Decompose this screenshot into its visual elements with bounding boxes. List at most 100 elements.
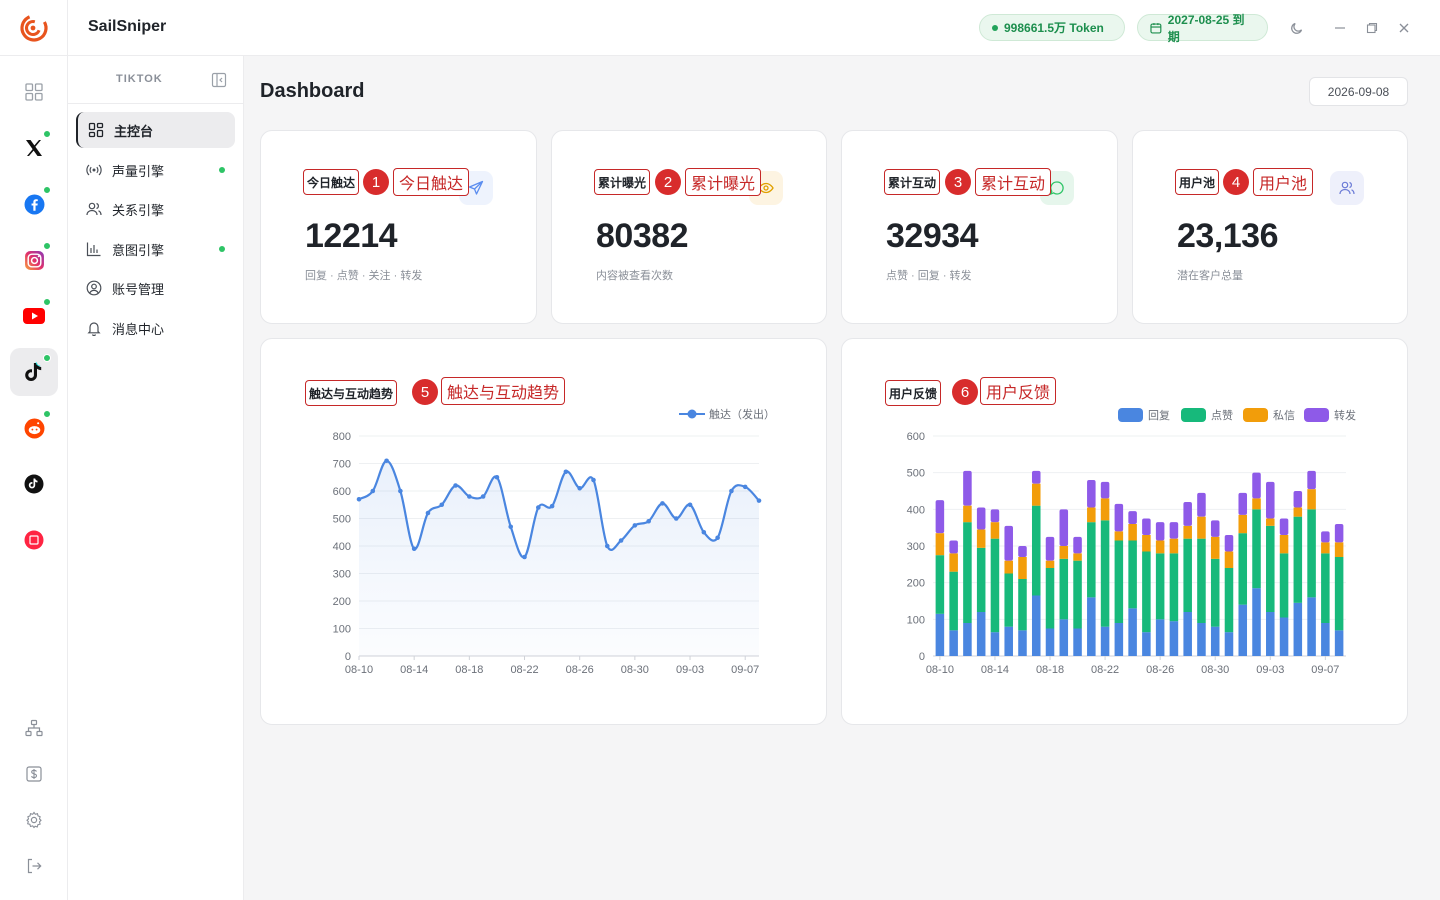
- rail-platform-youtube[interactable]: [10, 292, 58, 340]
- data-point: [494, 474, 500, 480]
- legend-label: 转发: [1334, 408, 1356, 422]
- bar-segment: [1114, 503, 1124, 532]
- bar-segment: [1252, 498, 1261, 510]
- minimize-icon[interactable]: [1330, 18, 1350, 38]
- bar-segment: [1155, 553, 1165, 620]
- bar-segment: [990, 632, 1000, 656]
- bar-segment: [1100, 626, 1110, 656]
- bar-segment: [1197, 538, 1206, 623]
- users-icon: [86, 202, 102, 216]
- annotation-label: 累计曝光: [685, 168, 762, 196]
- bar-segment: [1279, 518, 1289, 535]
- stat-card-user-pool: 用户池 4 用户池 23,136 潜在客户总量: [1132, 130, 1408, 324]
- bar-segment: [1210, 558, 1220, 627]
- rail-platform-x[interactable]: [10, 124, 58, 172]
- apps-grid-icon: [25, 83, 43, 101]
- x-tick-label: 08-10: [926, 664, 954, 676]
- status-dot-icon: [219, 167, 225, 173]
- bar-segment: [1279, 535, 1289, 554]
- bar-segment: [1279, 617, 1289, 656]
- rail-platform-facebook[interactable]: [10, 180, 58, 228]
- data-point: [646, 518, 651, 524]
- rail-billing[interactable]: [10, 750, 58, 798]
- rail-platform-instagram[interactable]: [10, 236, 58, 284]
- x-tick-label: 08-30: [1201, 664, 1229, 676]
- y-tick-label: 0: [345, 651, 351, 663]
- y-tick-label: 200: [907, 578, 925, 590]
- restore-window-icon[interactable]: [1362, 18, 1382, 38]
- collapse-sidebar-icon[interactable]: [211, 72, 227, 88]
- y-tick-label: 300: [333, 569, 351, 581]
- annotation-label: 用户反馈: [980, 377, 1057, 405]
- annotation-number: 4: [1223, 169, 1249, 195]
- y-tick-label: 300: [907, 541, 925, 553]
- legend-label: 点赞: [1211, 409, 1233, 422]
- stat-value: 23,136: [1177, 217, 1279, 255]
- sidebar-item-relationship-engine[interactable]: 关系引擎: [76, 191, 235, 227]
- data-point: [508, 524, 514, 530]
- data-point: [411, 546, 417, 552]
- bar-segment: [1293, 491, 1303, 508]
- bar-segment: [1266, 525, 1275, 612]
- stat-card-total-exposure: 累计曝光 2 累计曝光 80382 内容被查看次数: [551, 130, 827, 324]
- sidebar-item-intent-engine[interactable]: 意图引擎: [76, 231, 235, 267]
- sidebar-item-voice-engine[interactable]: 声量引擎: [76, 152, 235, 188]
- bar-segment: [1266, 481, 1275, 519]
- bar-segment: [1197, 492, 1206, 517]
- data-point: [425, 510, 431, 516]
- bar-segment: [1031, 483, 1041, 506]
- rail-apps-grid[interactable]: [10, 68, 58, 116]
- bar-segment: [1169, 553, 1179, 622]
- rail-platform-reddit[interactable]: [10, 404, 58, 452]
- bar-segment: [1018, 546, 1027, 557]
- rail-platform-xiaohongshu[interactable]: [10, 516, 58, 564]
- reddit-logo-icon: [24, 418, 44, 438]
- bar-segment: [1252, 588, 1261, 656]
- chart-title: 触达与互动趋势: [305, 380, 398, 406]
- rail-org-chart[interactable]: [10, 704, 58, 752]
- bar-segment: [1307, 597, 1316, 656]
- stat-label: 累计曝光: [594, 169, 651, 195]
- bar-segment: [1004, 525, 1013, 561]
- bar-segment: [949, 540, 958, 554]
- token-balance-badge[interactable]: 998661.5万 Token: [979, 14, 1125, 41]
- expire-date-badge[interactable]: 2027-08-25 到期: [1137, 13, 1268, 44]
- close-window-icon[interactable]: [1394, 18, 1414, 38]
- bar-segment: [1100, 520, 1110, 627]
- x-tick-label: 08-18: [1036, 664, 1064, 676]
- sidebar-item-dashboard[interactable]: 主控台: [76, 112, 235, 148]
- legend-label: 触达（发出）: [709, 407, 775, 421]
- stat-card-total-interaction: 累计互动 3 累计互动 32934 点赞 · 回复 · 转发: [841, 130, 1118, 324]
- date-picker[interactable]: 2026-09-08: [1309, 77, 1408, 106]
- data-point: [439, 502, 445, 508]
- bar-segment: [1045, 568, 1055, 629]
- platform-rail: [0, 56, 68, 900]
- theme-toggle-moon-icon[interactable]: [1287, 18, 1307, 38]
- rail-settings[interactable]: [10, 796, 58, 844]
- bar-segment: [976, 547, 986, 612]
- bar-segment: [1100, 498, 1110, 521]
- rail-platform-tiktok-alt[interactable]: [10, 460, 58, 508]
- data-point: [701, 529, 707, 535]
- x-tick-label: 08-26: [1146, 664, 1174, 676]
- data-point: [591, 477, 596, 483]
- calendar-icon: [1150, 22, 1162, 34]
- sidebar-item-account-management[interactable]: 账号管理: [76, 270, 235, 306]
- stat-value: 80382: [596, 217, 689, 255]
- x-tick-label: 08-22: [1091, 664, 1119, 676]
- rail-logout[interactable]: [10, 842, 58, 890]
- bar-segment: [1128, 540, 1137, 609]
- online-indicator: [43, 410, 51, 418]
- stat-value: 12214: [305, 217, 398, 255]
- data-point: [480, 494, 486, 499]
- bar-segment: [1321, 623, 1330, 656]
- expire-date-text: 2027-08-25 到期: [1167, 12, 1245, 44]
- data-point: [536, 505, 541, 510]
- data-point: [370, 488, 376, 494]
- bar-segment: [1059, 619, 1069, 656]
- bar-segment: [976, 529, 986, 548]
- sidebar-item-message-center[interactable]: 消息中心: [76, 310, 235, 346]
- rail-platform-tiktok[interactable]: [10, 348, 58, 396]
- bar-segment: [949, 553, 958, 572]
- bar-segment: [1073, 628, 1082, 656]
